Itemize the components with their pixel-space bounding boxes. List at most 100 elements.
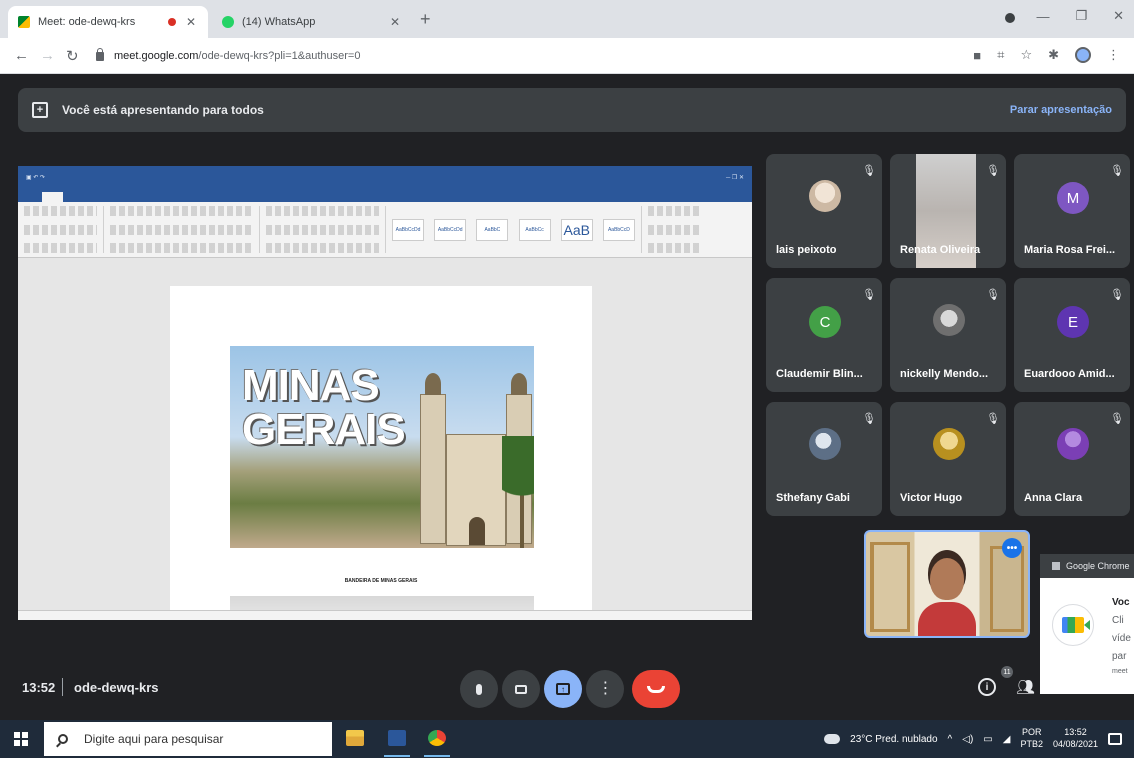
participant-name: Victor Hugo xyxy=(900,492,963,504)
ribbon-font xyxy=(110,206,260,253)
microphone-button[interactable] xyxy=(460,670,498,708)
back-icon[interactable]: ← xyxy=(14,47,29,64)
more-options-icon[interactable]: ••• xyxy=(1002,538,1022,558)
participant-tile[interactable]: 🎙︎ Sthefany Gabi xyxy=(766,402,882,516)
ribbon-styles: AaBbCcDd AaBbCcDd AaBbC AaBbCc AaB AaBbC… xyxy=(392,206,642,253)
mic-off-icon: 🎙︎ xyxy=(862,165,876,177)
action-center-icon[interactable] xyxy=(1108,733,1122,745)
close-window-icon[interactable]: ✕ xyxy=(1113,8,1124,24)
camera-button[interactable] xyxy=(502,670,540,708)
participant-tile[interactable]: 🎙︎ lais peixoto xyxy=(766,154,882,268)
participant-tile[interactable]: 🎙︎ M Maria Rosa Frei... xyxy=(1014,154,1130,268)
participant-tile[interactable]: 🎙︎ nickelly Mendo... xyxy=(890,278,1006,392)
participant-tile[interactable]: 🎙︎ C Claudemir Blin... xyxy=(766,278,882,392)
google-meet-logo-icon xyxy=(1052,604,1094,646)
language-indicator[interactable]: POR PTB2 xyxy=(1020,727,1043,750)
ribbon-editing xyxy=(648,206,708,253)
participant-avatar: M xyxy=(1057,182,1089,214)
participant-name: Euardooo Amid... xyxy=(1024,368,1115,380)
battery-icon[interactable]: ◢ xyxy=(1003,734,1011,745)
participant-avatar xyxy=(809,180,841,212)
info-icon: i xyxy=(978,678,996,696)
participant-avatar: E xyxy=(1057,306,1089,338)
recording-indicator-icon xyxy=(168,18,176,26)
mic-off-icon: 🎙︎ xyxy=(862,289,876,301)
word-window-controls: ─ ❐ ✕ xyxy=(726,174,744,181)
participant-name: Claudemir Blin... xyxy=(776,368,863,380)
weather-text[interactable]: 23°C Pred. nublado xyxy=(850,734,937,745)
participant-tile[interactable]: 🎙︎ Anna Clara xyxy=(1014,402,1130,516)
participant-tile[interactable]: 🎙︎ E Euardooo Amid... xyxy=(1014,278,1130,392)
new-tab-button[interactable]: + xyxy=(420,9,431,30)
taskbar-search-input[interactable]: Digite aqui para pesquisar xyxy=(44,722,332,756)
mic-off-icon: 🎙︎ xyxy=(986,289,1000,301)
window-controls: — ❐ ✕ xyxy=(1036,8,1124,24)
cover-title-line2: GERAIS xyxy=(242,405,406,454)
hang-up-icon xyxy=(647,685,665,693)
background-shelf xyxy=(990,546,1024,632)
menu-kebab-icon[interactable]: ⋮ xyxy=(1107,47,1120,63)
participant-name: lais peixoto xyxy=(776,244,837,256)
camera-indicator-icon[interactable]: ■ xyxy=(973,48,981,63)
tray-chevron-icon[interactable]: ^ xyxy=(948,734,953,745)
clock-date: 04/08/2021 xyxy=(1052,739,1098,749)
network-icon[interactable]: ▭ xyxy=(983,734,992,745)
meeting-details-button[interactable]: i xyxy=(978,678,996,696)
chrome-app-icon[interactable] xyxy=(428,730,446,746)
tab-search-icon[interactable] xyxy=(1005,13,1015,23)
participant-avatar xyxy=(809,428,841,460)
style-swatch: AaBbC xyxy=(476,218,509,241)
qr-icon[interactable]: ⌗ xyxy=(997,47,1004,63)
clock-time: 13:52 xyxy=(1064,727,1087,738)
url-path: /ode-dewq-krs?pli=1&authuser=0 xyxy=(198,50,361,62)
background-shelf xyxy=(870,542,910,632)
maximize-icon[interactable]: ❐ xyxy=(1075,8,1087,24)
cover-title-line1: MINAS xyxy=(242,361,380,410)
forward-icon[interactable]: → xyxy=(40,47,55,64)
windows-start-icon[interactable] xyxy=(14,732,28,746)
tab-meet[interactable]: Meet: ode-dewq-krs ✕ xyxy=(8,6,208,38)
close-tab-icon[interactable]: ✕ xyxy=(184,15,198,29)
file-explorer-icon[interactable] xyxy=(346,730,364,746)
notification-line: Cli xyxy=(1112,615,1124,626)
microphone-icon xyxy=(476,683,482,695)
mic-off-icon: 🎙︎ xyxy=(986,413,1000,425)
extensions-icon[interactable]: ✱ xyxy=(1048,47,1059,63)
stop-presenting-button[interactable]: Parar apresentação xyxy=(1010,104,1112,116)
notification-header: Google Chrome xyxy=(1040,554,1134,578)
word-tab xyxy=(94,192,105,202)
participant-avatar: C xyxy=(809,306,841,338)
bookmark-star-icon[interactable]: ☆ xyxy=(1020,47,1032,63)
close-tab-icon[interactable]: ✕ xyxy=(388,15,402,29)
profile-avatar[interactable] xyxy=(1075,47,1091,63)
leave-call-button[interactable] xyxy=(632,670,680,708)
people-button[interactable]: 👥︎ xyxy=(1016,678,1035,696)
participant-tile[interactable]: 🎙︎ Renata Oliveira xyxy=(890,154,1006,268)
present-now-button[interactable]: ↑ xyxy=(544,670,582,708)
meeting-controls-bar: 13:52 ode-dewq-krs ↑ ⋮ i 11 👥︎ xyxy=(0,660,1134,720)
self-view-tile[interactable]: ••• xyxy=(864,530,1030,638)
participant-tile[interactable]: 🎙︎ Victor Hugo xyxy=(890,402,1006,516)
participant-avatar xyxy=(1057,428,1089,460)
meeting-clock: 13:52 xyxy=(22,680,56,695)
more-vert-icon: ⋮ xyxy=(597,680,614,697)
word-title-bar: ▣ ↶ ↷ ─ ❐ ✕ xyxy=(18,166,752,188)
more-options-button[interactable]: ⋮ xyxy=(586,670,624,708)
taskbar-clock[interactable]: 13:52 04/08/2021 xyxy=(1053,727,1098,750)
mic-off-icon: 🎙︎ xyxy=(1110,289,1124,301)
present-screen-icon: + xyxy=(32,102,48,118)
ribbon-clipboard xyxy=(24,206,104,253)
style-swatch: AaB xyxy=(560,218,593,241)
divider xyxy=(62,678,63,696)
url-field[interactable]: meet.google.com/ode-dewq-krs?pli=1&authu… xyxy=(96,44,956,68)
browser-tab-bar: Meet: ode-dewq-krs ✕ (14) WhatsApp ✕ + —… xyxy=(0,0,1134,38)
speaker-icon[interactable]: ◁) xyxy=(962,734,973,745)
reload-icon[interactable]: ↻ xyxy=(66,47,79,65)
presenting-banner: + Você está apresentando para todos Para… xyxy=(18,88,1126,132)
tab-whatsapp[interactable]: (14) WhatsApp ✕ xyxy=(212,6,412,38)
notification-app-name: Google Chrome xyxy=(1066,561,1130,571)
word-app-icon[interactable] xyxy=(388,730,406,746)
tab-title: Meet: ode-dewq-krs xyxy=(38,16,136,28)
minimize-icon[interactable]: — xyxy=(1036,9,1049,24)
notification-line: víde xyxy=(1112,633,1131,644)
